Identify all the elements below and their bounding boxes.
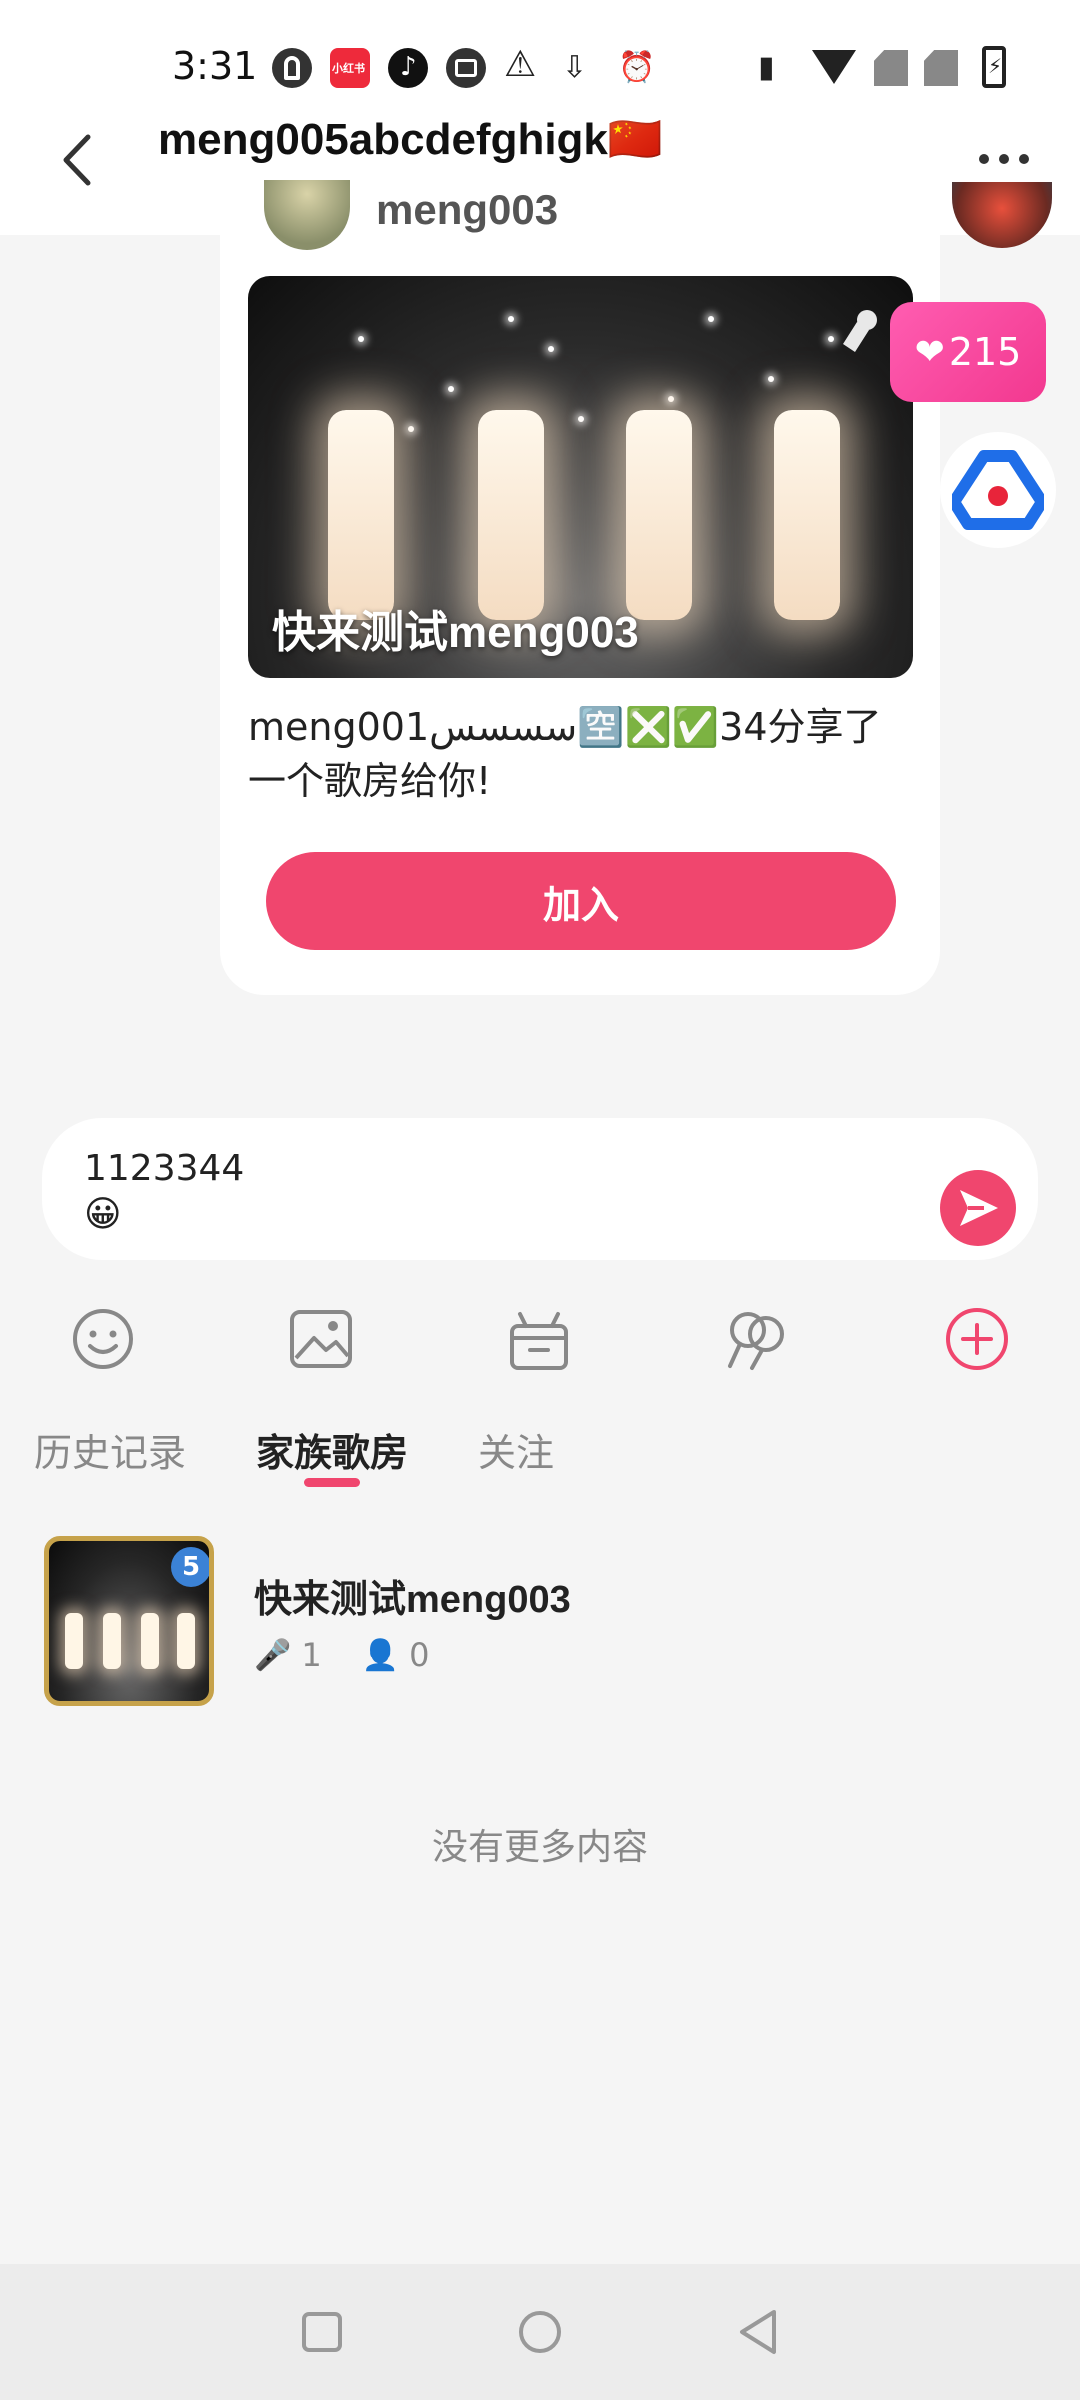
xiaohongshu-icon: 小红书 bbox=[330, 48, 370, 88]
more-dots-icon bbox=[979, 154, 1029, 164]
tab-following[interactable]: 关注 bbox=[478, 1422, 554, 1477]
no-more-content-text: 没有更多内容 bbox=[431, 1827, 648, 1868]
likes-badge[interactable]: ❤ 215 bbox=[890, 302, 1046, 402]
room-stats: 🎤 1 👤 0 bbox=[254, 1636, 429, 1674]
status-time: 3:31 bbox=[172, 44, 258, 88]
chat-title: meng005abcdefghigk🇨🇳 bbox=[158, 115, 663, 164]
system-navigation-bar bbox=[0, 2264, 1080, 2400]
send-button[interactable] bbox=[940, 1170, 1016, 1246]
status-bar: 3:31 小红书 ♪ ⚠ ⇩ ⏰ ▮ ⚡ bbox=[0, 0, 1080, 120]
more-actions-button[interactable] bbox=[942, 1304, 1012, 1374]
share-message-text: meng001ﺳﺴﺴﺲ🈳❎✅34分享了一个歌房给你! bbox=[248, 705, 882, 803]
microphone-icon bbox=[843, 310, 877, 352]
join-room-button[interactable]: 加入 bbox=[266, 852, 896, 950]
p-app-icon bbox=[272, 48, 312, 88]
emoji-button[interactable] bbox=[68, 1304, 138, 1374]
triangle-back-icon bbox=[740, 2310, 776, 2354]
gift-button[interactable] bbox=[504, 1304, 574, 1374]
active-tab-indicator bbox=[304, 1478, 360, 1487]
sender-name: meng003 bbox=[376, 186, 559, 233]
own-avatar[interactable] bbox=[952, 182, 1052, 248]
brand-logo-icon bbox=[952, 450, 1044, 530]
plus-circle-icon bbox=[946, 1308, 1008, 1370]
wifi-icon bbox=[812, 50, 856, 84]
sing-together-button[interactable] bbox=[722, 1304, 792, 1374]
message-input-text[interactable]: 1123344 😀 bbox=[84, 1146, 244, 1238]
warning-icon: ⚠ bbox=[504, 44, 537, 85]
chevron-left-icon bbox=[63, 134, 91, 186]
brand-logo-button[interactable] bbox=[940, 432, 1056, 548]
image-icon bbox=[290, 1310, 352, 1368]
person-icon: 👤 bbox=[361, 1637, 400, 1673]
room-thumbnail[interactable]: 5 bbox=[44, 1536, 214, 1706]
xiaohongshu-label: 小红书 bbox=[332, 62, 365, 75]
back-nav-button[interactable] bbox=[732, 2304, 788, 2360]
gift-icon bbox=[510, 1312, 568, 1370]
tab-family-rooms[interactable]: 家族歌房 bbox=[256, 1422, 408, 1477]
send-icon bbox=[960, 1190, 998, 1226]
tab-history[interactable]: 历史记录 bbox=[34, 1422, 186, 1477]
duet-mic-icon bbox=[728, 1312, 784, 1370]
alarm-icon: ⏰ bbox=[618, 50, 656, 85]
vibrate-icon: ▮ bbox=[758, 50, 775, 85]
heart-icon: ❤ bbox=[914, 331, 945, 373]
wallet-icon bbox=[446, 48, 486, 88]
square-icon bbox=[302, 2312, 342, 2352]
download-icon: ⇩ bbox=[562, 50, 588, 85]
room-name[interactable]: 快来测试meng003 bbox=[254, 1568, 571, 1623]
room-cover-title: 快来测试meng003 bbox=[272, 608, 639, 657]
circle-icon bbox=[519, 2311, 561, 2353]
no-sim-icon bbox=[874, 50, 908, 86]
image-button[interactable] bbox=[286, 1304, 356, 1374]
microphone-icon: 🎤 bbox=[254, 1637, 292, 1673]
singer-count: 1 bbox=[301, 1636, 322, 1674]
no-sim-icon bbox=[924, 50, 958, 86]
back-button[interactable] bbox=[52, 125, 112, 195]
battery-charging-icon: ⚡ bbox=[982, 46, 1006, 88]
tiktok-icon: ♪ bbox=[388, 48, 428, 88]
likes-count: 215 bbox=[948, 330, 1022, 374]
room-cover-image[interactable]: 快来测试meng003 bbox=[248, 276, 913, 678]
listener-count: 0 bbox=[409, 1636, 430, 1674]
level-badge: 5 bbox=[171, 1547, 209, 1587]
recents-button[interactable] bbox=[294, 2304, 350, 2360]
more-options-button[interactable] bbox=[976, 129, 1036, 180]
smiley-icon bbox=[73, 1309, 133, 1369]
home-button[interactable] bbox=[512, 2304, 568, 2360]
message-input[interactable]: 1123344 😀 bbox=[42, 1118, 1038, 1260]
